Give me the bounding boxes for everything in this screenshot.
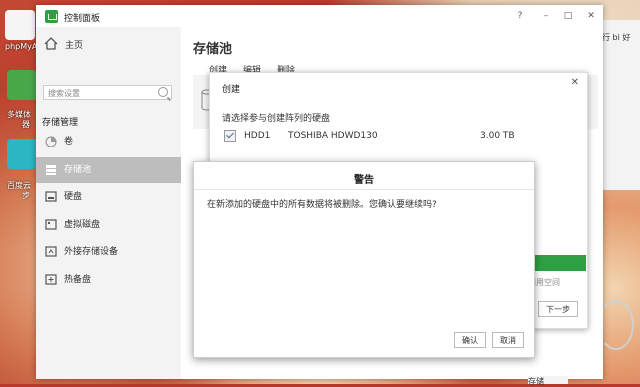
- clipped-text: 利用空间: [528, 278, 560, 287]
- baidu-cloud-icon[interactable]: [7, 139, 37, 169]
- disk-checkbox[interactable]: [224, 130, 236, 142]
- title-bar[interactable]: 控制面板 ? – □ ✕: [36, 5, 603, 27]
- search-icon[interactable]: [158, 87, 168, 97]
- home-icon: [44, 37, 58, 50]
- maximize-button[interactable]: □: [558, 8, 578, 24]
- control-panel-icon: [45, 10, 58, 23]
- storage-pool-icon: [46, 165, 56, 175]
- disk-model: TOSHIBA HDWD130: [288, 131, 378, 141]
- section-title-storage: 存储管理: [42, 118, 79, 128]
- virtual-disk-icon: [45, 219, 57, 230]
- sidebar-item-disk[interactable]: 硬盘: [36, 184, 181, 210]
- background-window-text: 行 bi 好: [602, 33, 631, 42]
- phpmyadmin-icon[interactable]: [5, 10, 35, 40]
- close-icon[interactable]: ✕: [571, 77, 579, 88]
- hot-spare-icon: [45, 274, 57, 285]
- search-input[interactable]: 搜索设置: [43, 85, 172, 100]
- desktop-label-multimedia-2: 器: [22, 120, 30, 129]
- page-title: 存储池: [193, 42, 233, 57]
- sidebar-item-storage-pool[interactable]: 存储池: [36, 157, 181, 183]
- title-divider: [194, 189, 534, 190]
- confirm-button[interactable]: 确认: [454, 332, 486, 348]
- sidebar-item-label: 存储池: [64, 165, 92, 175]
- sidebar-item-volume[interactable]: 卷: [36, 129, 181, 155]
- sidebar-item-external-storage[interactable]: 外接存储设备: [36, 239, 181, 265]
- warning-dialog: 警告 在新添加的硬盘中的所有数据将被删除。您确认要继续吗? 确认 取消: [193, 161, 535, 358]
- background-text: 存储: [528, 376, 568, 386]
- multimedia-icon[interactable]: [7, 70, 37, 100]
- desktop-label-phpmyadmin: phpMyA: [5, 42, 38, 51]
- pie-chart-icon: [45, 136, 57, 147]
- external-storage-icon: [45, 246, 57, 257]
- sidebar-item-label: 外接存储设备: [64, 247, 119, 257]
- desktop-label-baidu-2: 步: [22, 191, 30, 200]
- sidebar-item-label: 硬盘: [64, 192, 83, 202]
- disk-name: HDD1: [244, 131, 271, 141]
- sidebar-item-label: 虚拟磁盘: [64, 220, 101, 230]
- background-window-strip: 行 bi 好: [602, 20, 640, 190]
- sidebar-item-label: 卷: [64, 137, 74, 147]
- next-button[interactable]: 下一步: [538, 301, 578, 317]
- dialog-title: 创建: [222, 85, 241, 95]
- sidebar-item-label: 热备盘: [64, 275, 92, 285]
- warning-title: 警告: [354, 175, 374, 186]
- sidebar: 主页 搜索设置 存储管理 卷 存储池 硬盘 虚拟磁盘 外接存储设备 热备盘: [36, 27, 181, 379]
- search-placeholder: 搜索设置: [48, 89, 80, 98]
- dialog-subtitle: 请选择参与创建阵列的硬盘: [222, 114, 331, 124]
- minimize-button[interactable]: –: [536, 8, 556, 24]
- sidebar-item-hot-spare[interactable]: 热备盘: [36, 267, 181, 293]
- help-button[interactable]: ?: [510, 8, 530, 24]
- background-spinner-arc: [598, 300, 634, 350]
- sidebar-item-virtual-disk[interactable]: 虚拟磁盘: [36, 212, 181, 238]
- disk-size: 3.00 TB: [480, 131, 515, 141]
- home-label: 主页: [65, 41, 84, 51]
- progress-indicator: [528, 255, 586, 271]
- disk-icon: [45, 191, 57, 202]
- close-button[interactable]: ✕: [581, 8, 601, 24]
- cancel-button[interactable]: 取消: [492, 332, 524, 348]
- warning-message: 在新添加的硬盘中的所有数据将被删除。您确认要继续吗?: [207, 200, 437, 210]
- window-title: 控制面板: [64, 14, 101, 24]
